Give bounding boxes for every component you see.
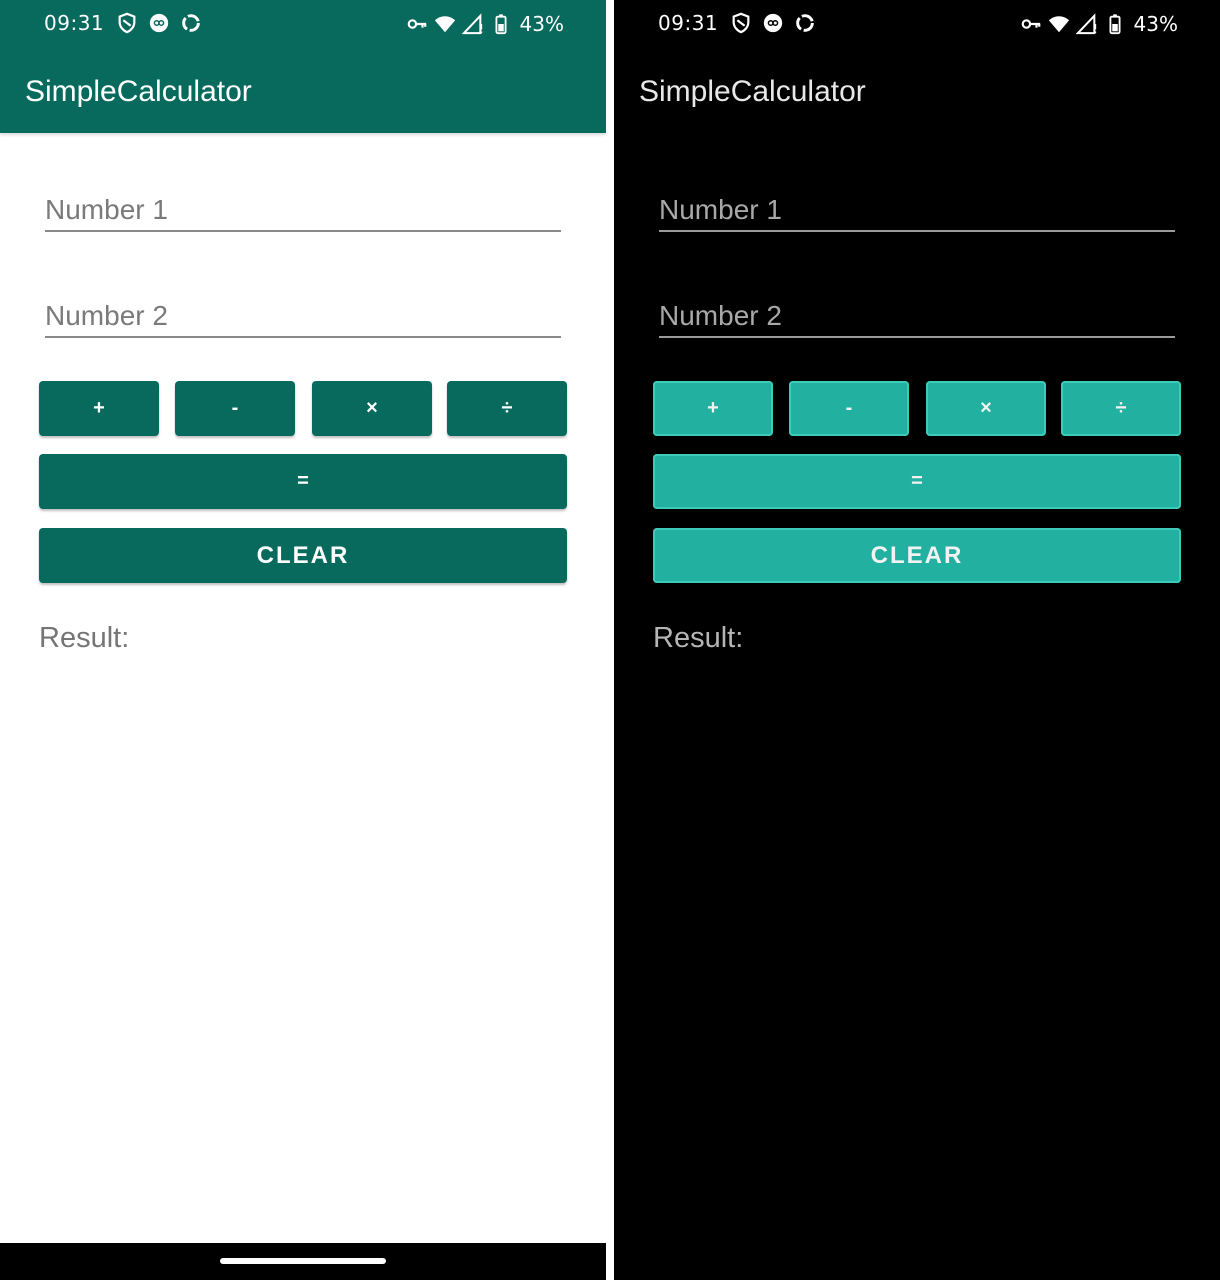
home-gesture-handle[interactable] (220, 1258, 386, 1264)
subtract-button[interactable]: - (175, 381, 295, 436)
vpn-key-icon (407, 19, 426, 29)
clear-button[interactable]: CLEAR (653, 528, 1181, 583)
status-time: 09:31 (44, 11, 105, 35)
battery-percent: 43% (1133, 12, 1178, 36)
divide-button[interactable]: ÷ (447, 381, 567, 436)
app-bar: SimpleCalculator (0, 48, 606, 133)
number2-field[interactable] (659, 284, 1175, 338)
status-bar: 09:31 43% (0, 0, 606, 48)
number1-field[interactable] (45, 178, 561, 232)
add-button[interactable]: + (653, 381, 773, 436)
wifi-icon (1048, 16, 1069, 33)
battery-icon (1109, 14, 1121, 35)
signal-icon (461, 13, 482, 35)
status-time: 09:31 (658, 11, 719, 35)
app-title: SimpleCalculator (639, 75, 866, 108)
sync-icon (182, 14, 200, 32)
number2-input[interactable] (659, 300, 1175, 332)
number1-input[interactable] (45, 194, 561, 226)
sync-icon (796, 14, 814, 32)
vpn-key-icon (1021, 19, 1040, 29)
number2-input[interactable] (45, 300, 561, 332)
number1-field[interactable] (659, 178, 1175, 232)
app-bar: SimpleCalculator (614, 48, 1220, 133)
link-icon (763, 13, 783, 33)
result-label: Result: (39, 622, 130, 654)
link-icon (149, 13, 169, 33)
app-title: SimpleCalculator (25, 75, 252, 108)
equals-button[interactable]: = (653, 454, 1181, 509)
wifi-icon (434, 16, 455, 33)
number1-input[interactable] (659, 194, 1175, 226)
light-theme-screen: 09:31 43% SimpleCalculator + - × ÷ = CLE… (0, 0, 606, 1280)
result-label: Result: (653, 622, 744, 654)
screen-divider (606, 0, 614, 1280)
clear-button[interactable]: CLEAR (39, 528, 567, 583)
number2-field[interactable] (45, 284, 561, 338)
status-bar: 09:31 43% (614, 0, 1220, 48)
dark-theme-screen: 09:31 43% SimpleCalculator + - × ÷ = CLE… (614, 0, 1220, 1280)
multiply-button[interactable]: × (926, 381, 1046, 436)
shield-icon (118, 12, 136, 34)
battery-icon (495, 14, 507, 35)
equals-button[interactable]: = (39, 454, 567, 509)
add-button[interactable]: + (39, 381, 159, 436)
navigation-bar (0, 1243, 606, 1280)
subtract-button[interactable]: - (789, 381, 909, 436)
multiply-button[interactable]: × (312, 381, 432, 436)
divide-button[interactable]: ÷ (1061, 381, 1181, 436)
shield-icon (732, 12, 750, 34)
battery-percent: 43% (519, 12, 564, 36)
signal-icon (1075, 13, 1096, 35)
